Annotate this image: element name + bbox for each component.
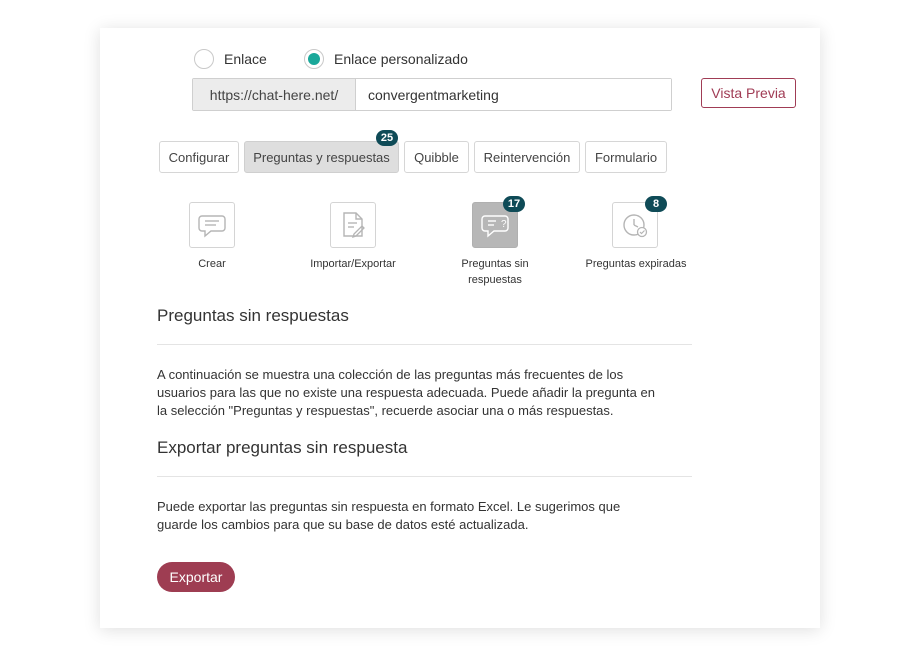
settings-card <box>100 28 820 628</box>
divider <box>157 476 692 477</box>
section-export-description: Puede exportar las preguntas sin respues… <box>157 498 702 534</box>
radio-link-label: Enlace <box>224 51 267 67</box>
tab-formulario[interactable]: Formulario <box>585 141 667 173</box>
url-field-group: https://chat-here.net/ <box>192 78 672 111</box>
tab-reintervencion[interactable]: Reintervención <box>474 141 580 173</box>
description-line: guarde los cambios para que su base de d… <box>157 517 529 532</box>
create-label: Crear <box>198 258 226 270</box>
unanswered-label-line2: respuestas <box>468 274 522 286</box>
description-line: Puede exportar las preguntas sin respues… <box>157 499 621 514</box>
description-line: A continuación se muestra una colección … <box>157 367 624 382</box>
section-unanswered-description: A continuación se muestra una colección … <box>157 366 702 420</box>
tab-quibble[interactable]: Quibble <box>404 141 469 173</box>
question-bubble-icon: ? <box>481 215 509 238</box>
expired-questions-label: Preguntas expiradas <box>585 258 687 270</box>
description-line: usuarios para las que no existe una resp… <box>157 385 655 400</box>
unanswered-questions-label: Preguntas sin respuestas <box>445 256 545 288</box>
section-export-title: Exportar preguntas sin respuesta <box>157 438 408 457</box>
radio-custom-link[interactable]: Enlace personalizado <box>304 49 468 69</box>
section-unanswered-title: Preguntas sin respuestas <box>157 306 349 325</box>
import-export-label: Importar/Exportar <box>310 258 396 270</box>
tab-count-badge: 25 <box>376 130 398 146</box>
svg-text:?: ? <box>501 219 507 230</box>
expired-count-badge: 8 <box>645 196 667 212</box>
chat-bubble-icon <box>198 215 226 238</box>
create-tile[interactable] <box>189 202 235 248</box>
radio-link-circle[interactable] <box>194 49 214 69</box>
export-button[interactable]: Exportar <box>157 562 235 592</box>
url-prefix: https://chat-here.net/ <box>193 79 356 110</box>
document-edit-icon <box>343 212 365 239</box>
import-export-tile[interactable] <box>330 202 376 248</box>
tab-configurar[interactable]: Configurar <box>159 141 239 173</box>
radio-custom-link-label: Enlace personalizado <box>334 51 468 67</box>
description-line: la selección "Preguntas y respuestas", r… <box>157 403 614 418</box>
unanswered-count-badge: 17 <box>503 196 525 212</box>
preview-button[interactable]: Vista Previa <box>701 78 796 108</box>
radio-link[interactable]: Enlace <box>194 49 267 69</box>
clock-check-icon <box>623 214 648 238</box>
unanswered-label-line1: Preguntas sin <box>461 258 529 270</box>
divider <box>157 344 692 345</box>
radio-custom-link-circle[interactable] <box>304 49 324 69</box>
tab-preguntas-respuestas[interactable]: Preguntas y respuestas <box>244 141 399 173</box>
custom-url-input[interactable] <box>356 79 671 110</box>
